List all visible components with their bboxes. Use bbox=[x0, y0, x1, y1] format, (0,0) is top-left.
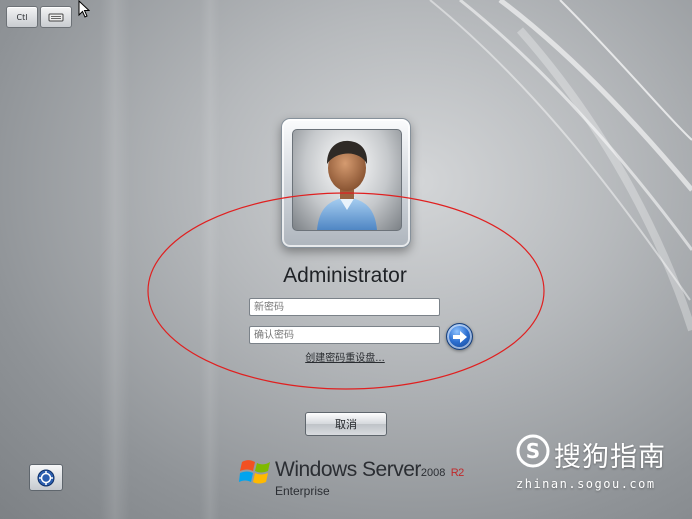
watermark-name: 搜狗指南 bbox=[554, 442, 666, 473]
windows-server-brand: Windows Server2008 R2 Enterprise bbox=[239, 454, 469, 502]
brand-release: R2 bbox=[450, 467, 465, 479]
mouse-cursor-icon bbox=[78, 0, 90, 18]
keyboard-icon bbox=[48, 13, 64, 22]
annotation-ellipse bbox=[147, 192, 545, 390]
brand-product: Windows Server bbox=[275, 458, 421, 481]
brand-version: 2008 bbox=[420, 467, 446, 479]
ctrl-alt-del-label: Ctl bbox=[16, 12, 28, 22]
windows-flag-icon bbox=[239, 460, 270, 484]
svg-text:S: S bbox=[526, 439, 540, 463]
sogou-logo-icon: S bbox=[516, 434, 550, 468]
watermark-domain: zhinan.sogou.com bbox=[516, 477, 656, 491]
ctrl-alt-del-button[interactable]: Ctl bbox=[6, 6, 38, 28]
brand-edition: Enterprise bbox=[275, 484, 330, 498]
keyboard-button[interactable] bbox=[40, 6, 72, 28]
ease-of-access-icon bbox=[37, 469, 55, 486]
cancel-label: 取消 bbox=[335, 418, 357, 431]
sogou-watermark: S 搜狗指南 zhinan.sogou.com bbox=[514, 432, 674, 494]
ease-of-access-button[interactable] bbox=[29, 464, 63, 491]
cancel-button[interactable]: 取消 bbox=[305, 412, 387, 436]
brand-name: Windows Server2008 R2 bbox=[275, 458, 464, 482]
